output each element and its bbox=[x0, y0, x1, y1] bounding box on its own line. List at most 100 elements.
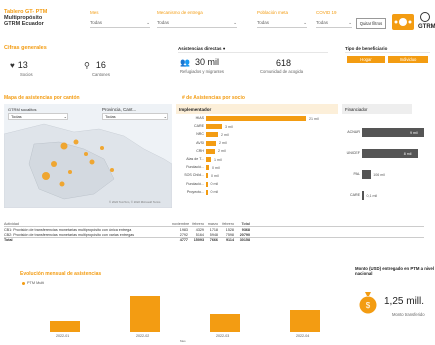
chevron-down-icon: ⌄ bbox=[163, 114, 167, 119]
bar-value: 0,1 mil bbox=[366, 193, 378, 198]
bar-value: 8 mil bbox=[403, 151, 412, 156]
filter-mecanismo-label: Mecanismo de entrega bbox=[157, 10, 203, 15]
clear-filters-button[interactable]: Quitar filtros bbox=[356, 18, 386, 29]
implementador-bar[interactable] bbox=[206, 140, 216, 146]
map-bubble bbox=[51, 161, 57, 167]
implementador-bar[interactable] bbox=[206, 132, 218, 138]
bar-label: AVSI bbox=[196, 140, 204, 145]
implementador-bar[interactable] bbox=[206, 189, 208, 195]
evolucion-xlabel: Mes bbox=[180, 339, 186, 343]
map-bubble bbox=[110, 168, 114, 172]
evolucion-bar[interactable] bbox=[290, 310, 320, 332]
socios-kpi: ♥ 13 bbox=[10, 60, 28, 70]
asistencias-title: Asistencias directas ● bbox=[178, 46, 226, 51]
map-credit: © 2022 TomTom, © 2022 Microsoft Terms bbox=[109, 200, 161, 204]
monto-value: 1,25 mill. bbox=[384, 296, 425, 307]
individuo-button[interactable]: Individuo bbox=[388, 56, 428, 63]
location-pin-icon: ⚲ bbox=[84, 60, 90, 70]
x-tick-label: 2022-02 bbox=[136, 334, 150, 338]
implementador-bar[interactable] bbox=[206, 173, 208, 179]
implementador-bar[interactable] bbox=[206, 116, 306, 121]
bar-label: HIAS bbox=[195, 116, 204, 120]
chevron-down-icon: ⌄ bbox=[63, 114, 67, 119]
filter-poblacion-select[interactable]: Todas ⌄ bbox=[257, 18, 307, 28]
socios-label: Socios bbox=[20, 72, 33, 77]
financiador-bar[interactable] bbox=[362, 170, 372, 179]
cantones-kpi: ⚲ 16 bbox=[84, 60, 106, 70]
map-bubble bbox=[84, 152, 88, 156]
map-bubble bbox=[100, 146, 104, 150]
bar-label: CRH bbox=[196, 148, 204, 153]
implementador-bar[interactable] bbox=[206, 181, 208, 187]
bar-label: Alas de T... bbox=[186, 157, 204, 161]
map-bubble bbox=[68, 170, 72, 174]
filter-poblacion[interactable]: Población meta Todas ⌄ bbox=[257, 10, 307, 28]
filter-covid[interactable]: COVID 19 Todas ⌄ bbox=[316, 10, 352, 28]
bar-label: PAL bbox=[353, 172, 360, 176]
chevron-down-icon: ⌄ bbox=[348, 19, 352, 25]
dashboard-title: Tablero GT- PTM Multipropósito GTRM Ecua… bbox=[4, 9, 47, 27]
evolucion-legend: PTM Multi bbox=[22, 281, 44, 285]
filter-mes-select[interactable]: Todas ⌄ bbox=[90, 18, 150, 28]
table-total-row: Total 4777 15093 7666 9114 30158 bbox=[4, 237, 424, 242]
implementador-chart: HIAS 21 mil CARE 3 mil NRC 2 mil AVSI 2 mil CRH 2… bbox=[176, 116, 338, 208]
evolucion-bar[interactable] bbox=[210, 313, 240, 332]
map-bubble bbox=[59, 181, 65, 187]
bar-label: UNICEF bbox=[346, 151, 360, 155]
asistencias-second-value: 618 bbox=[276, 58, 292, 68]
bar-value: 2 mil bbox=[221, 132, 229, 137]
bar-value: 21 mil bbox=[309, 116, 319, 121]
monto-title: Monto (USD) entregado en PTM a nivel nac… bbox=[355, 266, 435, 276]
evolucion-bar[interactable] bbox=[130, 296, 160, 332]
map-heading: Mapa de asistencias por cantón bbox=[4, 95, 80, 101]
filter-poblacion-label: Población meta bbox=[257, 10, 289, 15]
implementador-header: Implementador bbox=[176, 104, 338, 114]
divider bbox=[345, 52, 430, 53]
map-filter-provincia[interactable]: Provincia, Cant... Todas ⌄ bbox=[102, 107, 168, 120]
implementador-bar[interactable] bbox=[206, 165, 209, 171]
implementador-bar[interactable] bbox=[206, 148, 215, 154]
hogar-button[interactable]: Hogar bbox=[347, 56, 385, 63]
bar-value: 0 mil bbox=[210, 182, 219, 187]
map-filter-socalitos[interactable]: GTRM socalitos Todas ⌄ bbox=[8, 107, 68, 120]
bar-label: SOS Child... bbox=[184, 173, 204, 178]
socios-value: 13 bbox=[17, 60, 28, 70]
heart-icon: ♥ bbox=[10, 60, 15, 70]
implementador-bar[interactable] bbox=[206, 157, 211, 162]
map-bubble bbox=[60, 142, 68, 150]
filter-mes-label: Mes bbox=[90, 10, 99, 15]
x-tick-label: 2022-03 bbox=[216, 334, 230, 338]
people-icon: 👥 bbox=[180, 57, 190, 67]
cifras-heading: Cifras generales bbox=[4, 45, 47, 51]
filter-mes[interactable]: Mes Todas ⌄ bbox=[90, 10, 150, 28]
bar-value: 2 mil bbox=[218, 149, 226, 154]
bar-value: 0 mil bbox=[210, 190, 219, 195]
cantones-label: Cantones bbox=[92, 72, 110, 77]
title-line3: GTRM Ecuador bbox=[4, 21, 44, 27]
filter-mecanismo[interactable]: Mecanismo de entrega Todas ⌄ bbox=[157, 10, 237, 28]
evolucion-heading: Evolución mensual de asistencias bbox=[20, 271, 102, 277]
filter-mecanismo-select[interactable]: Todas ⌄ bbox=[157, 18, 237, 28]
money-bag-icon: $ bbox=[358, 290, 378, 314]
asistencias-main-value: 30 mil bbox=[194, 57, 219, 67]
cash-logo-icon bbox=[392, 14, 414, 30]
map-bubble bbox=[73, 139, 79, 145]
filter-covid-select[interactable]: Todas ⌄ bbox=[316, 18, 352, 28]
asistencias-main-label: Refugiados y migrantes bbox=[180, 69, 224, 74]
financiador-bar[interactable] bbox=[362, 191, 365, 200]
bar-label: Proyecto... bbox=[186, 189, 204, 194]
x-tick-label: 2022-01 bbox=[56, 334, 70, 338]
evolucion-bar[interactable] bbox=[50, 320, 80, 332]
bar-value: 1 mil bbox=[214, 157, 222, 162]
implementador-bar[interactable] bbox=[206, 124, 222, 130]
cantones-value: 16 bbox=[95, 60, 106, 70]
bar-label: NRC bbox=[196, 132, 204, 137]
divider bbox=[178, 52, 328, 53]
bar-value: 9 mil bbox=[410, 130, 418, 135]
cantones-map[interactable]: GTRM socalitos Todas ⌄ Provincia, Cant...… bbox=[4, 104, 172, 208]
asistencias-main: 👥 30 mil bbox=[180, 57, 219, 67]
beneficiario-title: Tipo de beneficiario bbox=[345, 46, 388, 51]
monto-label: Monto transferido bbox=[392, 312, 425, 317]
chevron-down-icon: ⌄ bbox=[303, 19, 307, 25]
activity-table: Actividad noviembre febrero marzo febrer… bbox=[4, 222, 424, 242]
